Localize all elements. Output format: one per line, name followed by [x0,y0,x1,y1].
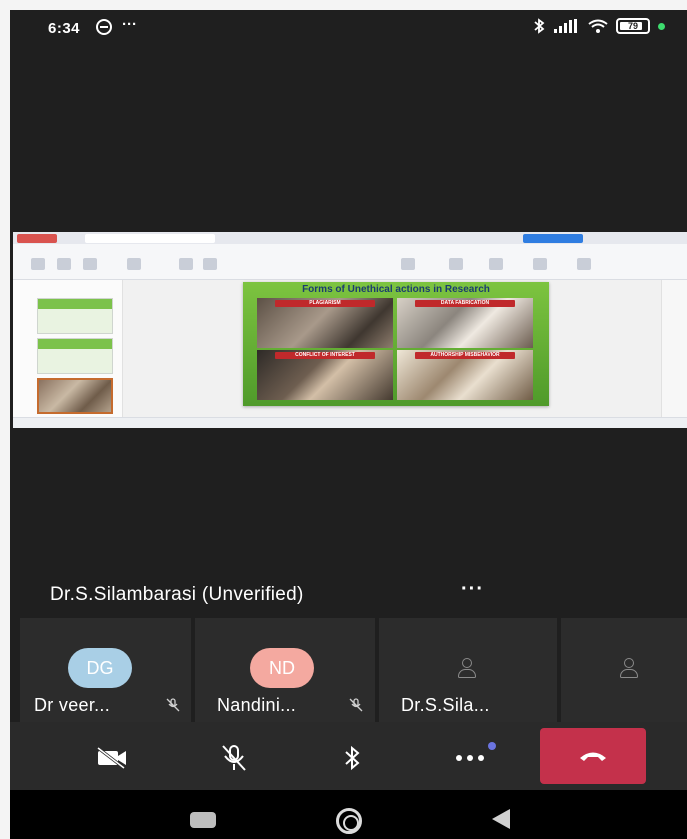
hang-up-button[interactable] [540,728,646,784]
mic-off-icon [349,698,363,712]
battery-icon: 79 [616,18,650,34]
more-options-button[interactable] [448,744,492,772]
slide-panel: DATA FABRICATION [397,298,533,348]
ribbon-icon [31,258,45,270]
status-more-icon: ··· [122,16,137,33]
participant-name: Dr veer... [34,695,111,715]
notification-badge [488,742,496,750]
slide-canvas: Forms of Unethical actions in Research P… [123,280,661,417]
slide-thumbnails [13,280,123,417]
shared-screen[interactable]: Forms of Unethical actions in Research P… [13,232,687,428]
slide-thumbnail-active [37,378,113,414]
wifi-icon [588,19,608,33]
ribbon-icon [179,258,193,270]
status-bar: 6:34 ··· 79 [10,10,687,46]
person-icon [457,658,477,680]
participant-tile[interactable]: Dr.S.Sila... [379,618,557,722]
slide-panel: CONFLICT OF INTEREST [257,350,393,400]
presenter-more-button[interactable]: ··· [461,578,484,601]
panel-label: PLAGIARISM [275,300,375,307]
system-nav-bar [10,790,687,839]
participant-tile[interactable] [561,618,687,722]
person-icon [619,658,639,680]
slide-thumbnail [37,298,113,334]
mic-off-icon [166,698,180,712]
ribbon-icon [449,258,463,270]
ribbon-icon [57,258,71,270]
panel-label: DATA FABRICATION [415,300,515,307]
phone-screen: 6:34 ··· 79 Forms of Unethical actions i… [10,10,687,839]
panel-label: CONFLICT OF INTEREST [275,352,375,359]
ribbon-icon [489,258,503,270]
participant-tile[interactable]: ND Nandini... [195,618,375,722]
recent-apps-icon[interactable] [190,812,216,828]
bluetooth-icon [345,745,360,771]
back-icon[interactable] [492,809,510,829]
slide-panel: PLAGIARISM [257,298,393,348]
ribbon-icon [401,258,415,270]
video-off-icon [97,746,126,770]
ribbon-icon [533,258,547,270]
signal-icon [554,19,577,33]
status-time: 6:34 [48,20,81,37]
ribbon-icon [83,258,97,270]
participant-name: Dr.S.Sila... [401,695,490,715]
slide: Forms of Unethical actions in Research P… [243,282,549,406]
more-icon [456,755,484,761]
call-control-bar [10,722,687,790]
participant-name: Nandini... [217,695,297,715]
slide-title: Forms of Unethical actions in Research [302,284,490,295]
participant-tile[interactable]: DG Dr veer... [20,618,191,722]
ribbon-icon [577,258,591,270]
ppt-ribbon [13,244,687,280]
ppt-tab-bar [13,232,687,244]
ppt-status-bar [13,417,687,428]
status-icons: 79 [532,18,665,34]
presenter-name: Dr.S.Silambarasi (Unverified) [50,584,304,605]
battery-level: 79 [627,21,638,31]
phone-hangup-icon [580,752,606,761]
mic-toggle-button[interactable] [212,744,256,772]
privacy-indicator [658,22,665,30]
ribbon-icon [127,258,141,270]
do-not-disturb-icon [96,19,112,35]
home-icon[interactable] [336,808,362,834]
avatar: ND [250,648,314,688]
panel-label: AUTHORSHIP MISBEHAVIOR [415,352,515,359]
avatar: DG [68,648,132,688]
mic-off-icon [222,745,246,771]
slide-thumbnail [37,338,113,374]
bluetooth-button[interactable] [330,744,374,772]
video-toggle-button[interactable] [90,744,134,772]
ppt-tab [17,234,57,243]
ppt-tab [523,234,583,243]
bluetooth-status-icon [534,18,545,34]
slide-panel: AUTHORSHIP MISBEHAVIOR [397,350,533,400]
ppt-right-toolbar [661,280,687,417]
ribbon-icon [203,258,217,270]
ppt-tab [85,234,215,243]
